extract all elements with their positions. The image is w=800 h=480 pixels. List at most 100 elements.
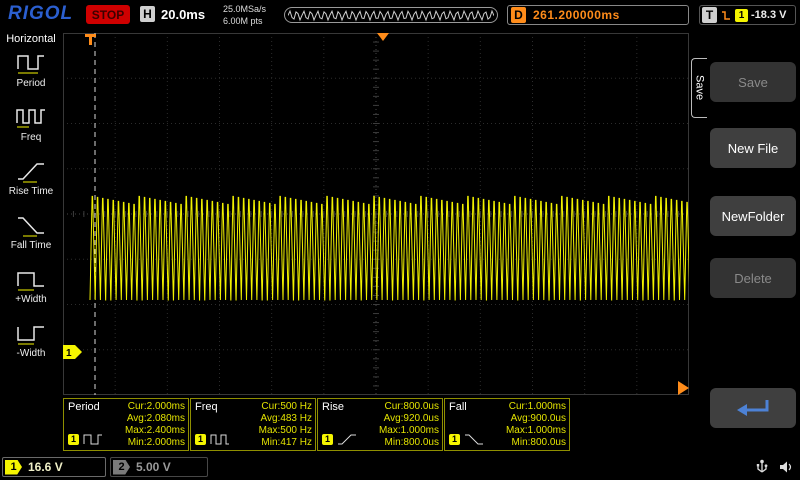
rise-measure-icon	[336, 432, 358, 446]
measure-item-period[interactable]: Period	[2, 50, 60, 89]
channel1-ground-marker-label: 1	[66, 348, 72, 359]
measurement-max: Max:2.400ms	[125, 425, 185, 437]
measurement-name: Period	[68, 401, 100, 413]
measure-item-rise-time[interactable]: Rise Time	[2, 158, 60, 197]
status-icons	[755, 459, 794, 475]
channel1-status[interactable]: 1 16.6 V	[2, 457, 106, 477]
fall-measure-icon	[463, 432, 485, 446]
measure-item-plus-width[interactable]: +Width	[2, 266, 60, 305]
measurement-max: Max:500 Hz	[259, 425, 312, 437]
freq-measure-icon	[209, 432, 231, 446]
measurement-source: 1	[195, 432, 231, 446]
plus-width-icon	[15, 266, 47, 292]
delete-button[interactable]: Delete	[710, 258, 796, 298]
measurement-max: Max:1.000ms	[506, 425, 566, 437]
save-menu-panel: Save Save New File NewFolder Delete	[690, 30, 800, 455]
freq-icon	[15, 104, 47, 130]
source-channel-badge: 1	[449, 434, 460, 445]
measurement-values: Cur:2.000ms Avg:2.080ms Max:2.400ms Min:…	[125, 401, 185, 449]
return-arrow-icon	[731, 396, 775, 420]
trigger-position-marker	[377, 33, 389, 41]
measure-item-minus-width[interactable]: -Width	[2, 320, 60, 359]
measurement-source: 1	[449, 432, 485, 446]
measurement-avg: Avg:483 Hz	[259, 413, 312, 425]
measurement-values: Cur:1.000ms Avg:900.0us Max:1.000ms Min:…	[506, 401, 566, 449]
waveform-display-area: 1	[63, 33, 689, 395]
delay-readout-group: D 261.200000ms	[507, 5, 689, 25]
preview-waveform-svg	[288, 9, 494, 22]
measurement-cur: Cur:500 Hz	[259, 401, 312, 413]
rise-time-icon	[15, 158, 47, 184]
measurement-avg: Avg:920.0us	[379, 413, 439, 425]
channel-status-bar: 1 16.6 V 2 5.00 V	[0, 455, 800, 480]
measure-item-label: Period	[17, 78, 46, 89]
minus-width-icon	[15, 320, 47, 346]
trigger-level-value: -18.3 V	[751, 9, 786, 21]
channel1-scale: 16.6 V	[28, 460, 63, 474]
measurement-source: 1	[68, 432, 104, 446]
measure-category-title: Horizontal	[6, 33, 56, 45]
new-file-button[interactable]: New File	[710, 128, 796, 168]
measurement-name: Rise	[322, 401, 344, 413]
source-channel-badge: 1	[68, 434, 79, 445]
trigger-readout-group: T 1 -18.3 V	[699, 5, 796, 25]
measurement-period-box: Period 1 Cur:2.000ms Avg:2.080ms Max:2.4…	[63, 398, 189, 451]
trigger-slope-icon	[720, 9, 732, 22]
measure-item-fall-time[interactable]: Fall Time	[2, 212, 60, 251]
channel2-status[interactable]: 2 5.00 V	[110, 457, 208, 477]
measurement-fall-box: Fall 1 Cur:1.000ms Avg:900.0us Max:1.000…	[444, 398, 570, 451]
channel1-waveform	[90, 196, 689, 300]
measurement-source: 1	[322, 432, 358, 446]
top-status-bar: RIGOL STOP H 20.0ms 25.0MSa/s 6.00M pts …	[0, 0, 800, 30]
sweep-end-marker	[678, 381, 689, 395]
measurement-results-panel: Period 1 Cur:2.000ms Avg:2.080ms Max:2.4…	[63, 398, 689, 453]
measurement-values: Cur:500 Hz Avg:483 Hz Max:500 Hz Min:417…	[259, 401, 312, 449]
memory-depth-value: 6.00M pts	[223, 15, 266, 27]
channel2-scale: 5.00 V	[136, 460, 171, 474]
run-state-indicator: STOP	[86, 5, 130, 24]
measurement-name: Freq	[195, 401, 218, 413]
sweep-start-marker	[85, 34, 96, 45]
measure-item-label: -Width	[17, 348, 46, 359]
measurement-min: Min:2.000ms	[125, 437, 185, 449]
source-channel-badge: 1	[322, 434, 333, 445]
measurement-cur: Cur:800.0us	[379, 401, 439, 413]
measurement-values: Cur:800.0us Avg:920.0us Max:1.000ms Min:…	[379, 401, 439, 449]
graticule-svg: 1	[63, 33, 689, 395]
measurement-avg: Avg:2.080ms	[125, 413, 185, 425]
delay-value: 261.200000ms	[533, 8, 620, 22]
save-button[interactable]: Save	[710, 62, 796, 102]
measurement-min: Min:800.0us	[379, 437, 439, 449]
measurement-max: Max:1.000ms	[379, 425, 439, 437]
measure-item-label: Fall Time	[11, 240, 52, 251]
speaker-icon	[778, 459, 794, 475]
horizontal-timebase-group: H 20.0ms	[140, 6, 205, 22]
source-channel-badge: 1	[195, 434, 206, 445]
period-measure-icon	[82, 432, 104, 446]
measurement-min: Min:800.0us	[506, 437, 566, 449]
measure-item-label: +Width	[15, 294, 46, 305]
menu-tab-save: Save	[691, 58, 707, 118]
measurement-cur: Cur:2.000ms	[125, 401, 185, 413]
measurement-avg: Avg:900.0us	[506, 413, 566, 425]
trigger-source-badge: 1	[735, 9, 748, 22]
measure-item-label: Rise Time	[9, 186, 53, 197]
timebase-value: 20.0ms	[161, 7, 205, 22]
measurement-rise-box: Rise 1 Cur:800.0us Avg:920.0us Max:1.000…	[317, 398, 443, 451]
measure-item-freq[interactable]: Freq	[2, 104, 60, 143]
measurement-cur: Cur:1.000ms	[506, 401, 566, 413]
channel1-tag: 1	[5, 460, 22, 475]
new-folder-button[interactable]: NewFolder	[710, 196, 796, 236]
trigger-key-label: T	[702, 7, 717, 23]
sample-rate-value: 25.0MSa/s	[223, 3, 266, 15]
measure-item-label: Freq	[21, 132, 42, 143]
measure-item-menu: Horizontal Period Freq Rise Time Fall Ti…	[0, 30, 62, 455]
measurement-name: Fall	[449, 401, 467, 413]
grid-lines	[63, 33, 689, 395]
measurement-min: Min:417 Hz	[259, 437, 312, 449]
acquisition-info: 25.0MSa/s 6.00M pts	[223, 3, 266, 27]
return-button[interactable]	[710, 388, 796, 428]
waveform-preview-strip	[284, 7, 498, 23]
horizontal-key-label: H	[140, 6, 155, 22]
measurement-freq-box: Freq 1 Cur:500 Hz Avg:483 Hz Max:500 Hz …	[190, 398, 316, 451]
